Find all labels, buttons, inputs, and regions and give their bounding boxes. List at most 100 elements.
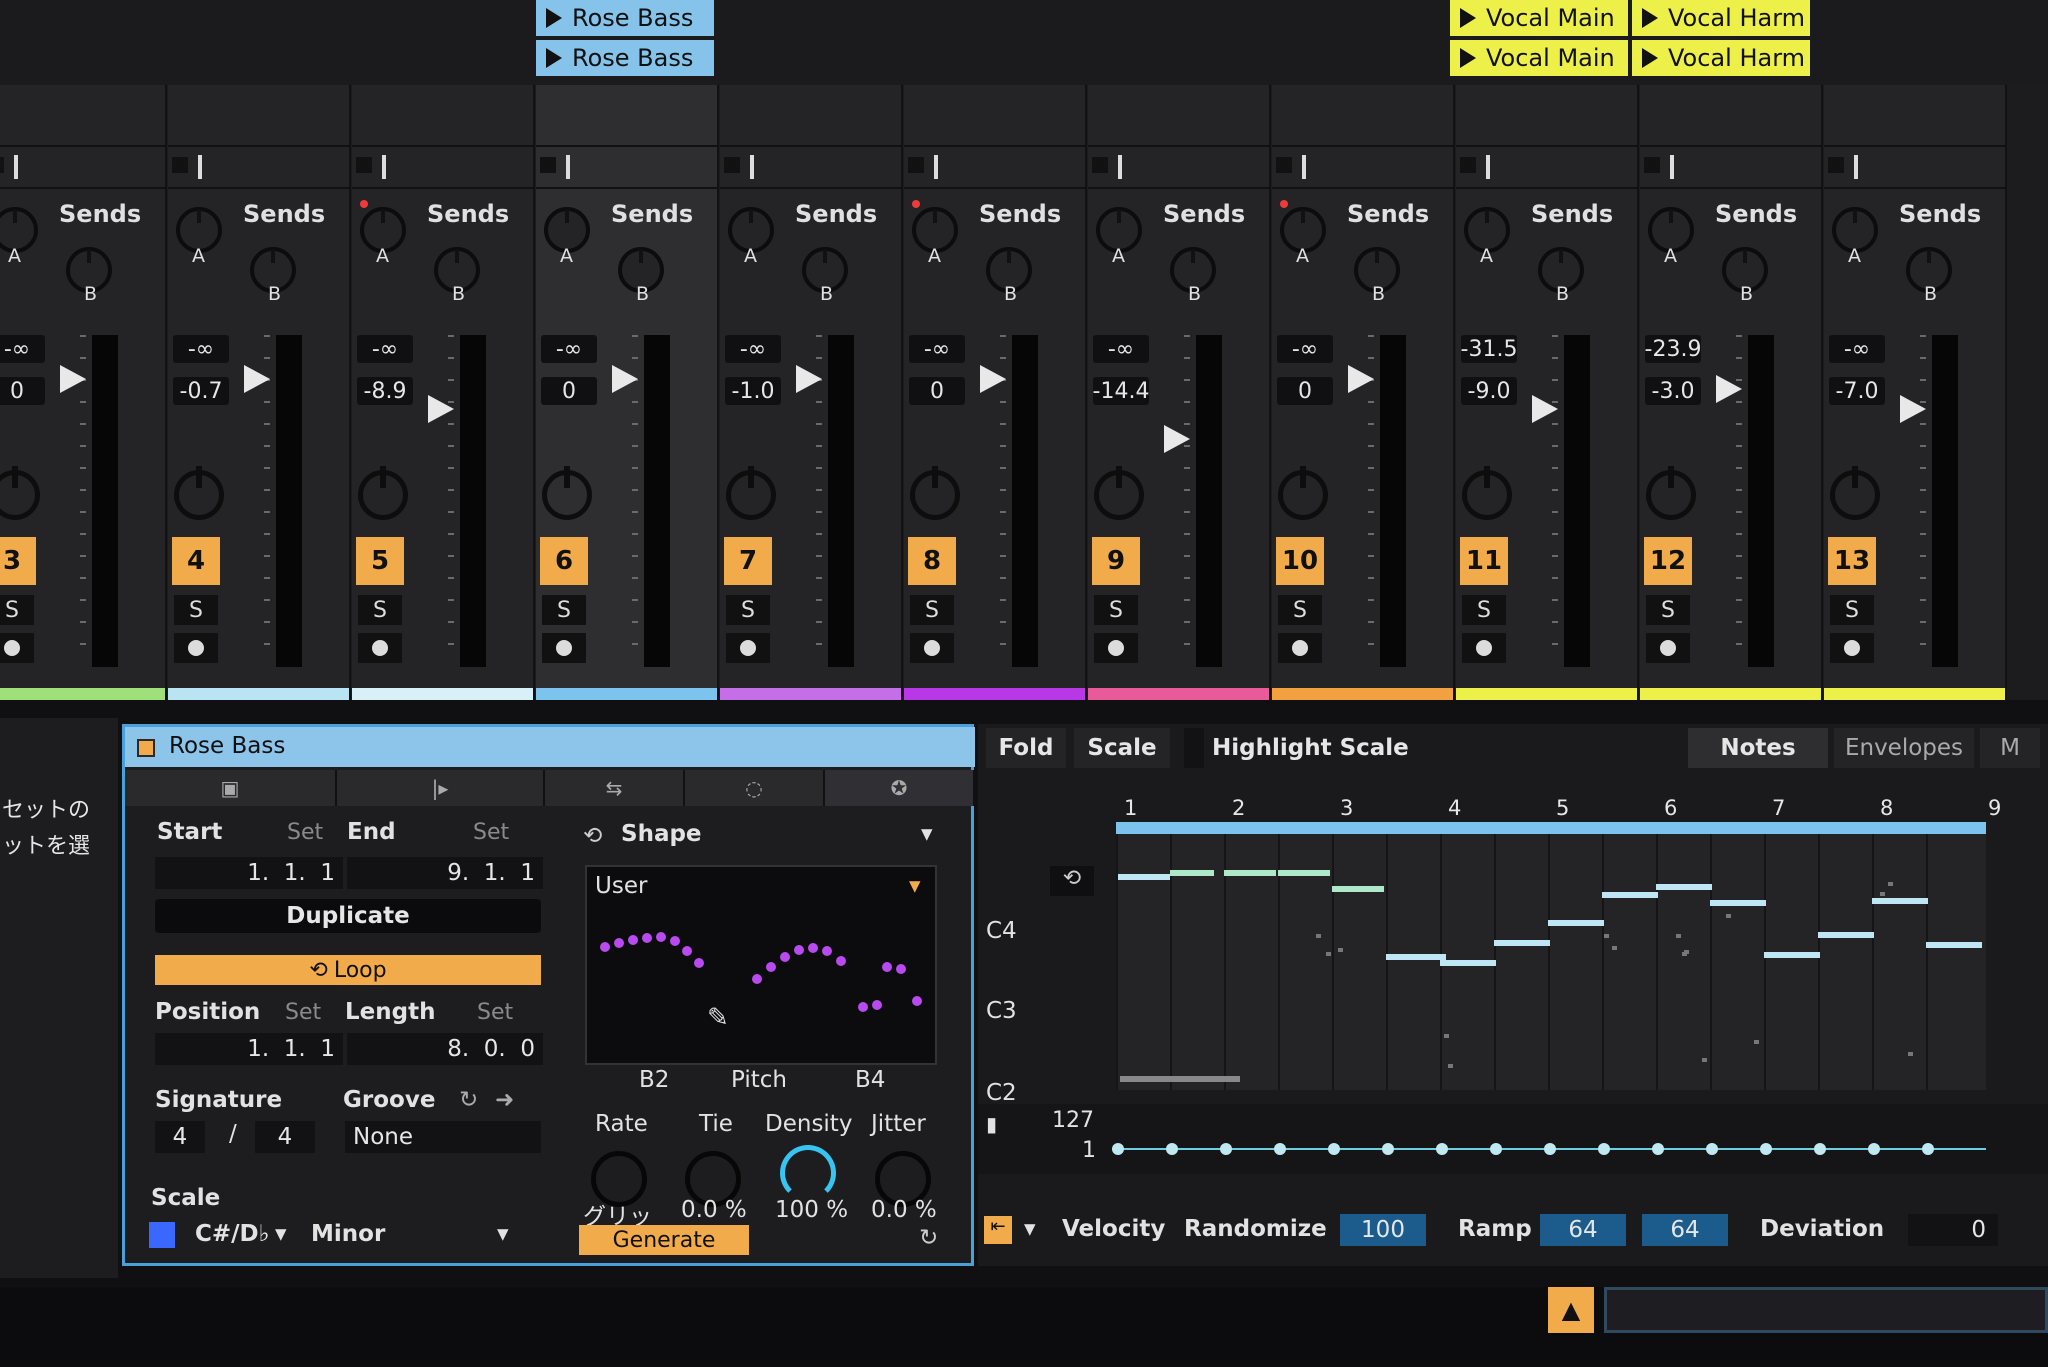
highlight-scale-label[interactable]: Highlight Scale — [1206, 728, 1426, 768]
signature-numerator[interactable]: 4 — [155, 1121, 205, 1153]
peak-meter-value[interactable]: -∞ — [725, 335, 781, 363]
velocity-point[interactable] — [1436, 1143, 1448, 1155]
velocity-point[interactable] — [1598, 1143, 1610, 1155]
track-activator[interactable]: 9 — [1092, 537, 1140, 585]
range-low[interactable]: B2 — [639, 1067, 669, 1093]
velocity-point[interactable] — [1814, 1143, 1826, 1155]
tab-pattern[interactable]: ✪ — [825, 770, 975, 806]
volume-value[interactable]: 0 — [1277, 377, 1333, 405]
arm-button[interactable] — [726, 633, 770, 663]
range-high[interactable]: B4 — [855, 1067, 885, 1093]
midi-note[interactable] — [1332, 886, 1384, 892]
ramp-label[interactable]: Ramp — [1458, 1216, 1532, 1242]
velocity-lane[interactable]: ▮ 127 1 — [978, 1104, 2048, 1174]
scale-mode-select[interactable]: Minor — [311, 1221, 385, 1247]
pan-knob[interactable] — [910, 466, 960, 520]
highlight-scale-toggle[interactable] — [1184, 728, 1204, 768]
solo-button[interactable]: S — [542, 595, 586, 625]
pan-knob[interactable] — [542, 466, 592, 520]
low-note[interactable] — [1120, 1076, 1240, 1082]
peak-meter-value[interactable]: -∞ — [1277, 335, 1333, 363]
midi-note[interactable] — [1170, 870, 1214, 876]
tab-notes[interactable]: Notes — [1688, 728, 1828, 768]
refresh-icon[interactable]: ⟲ — [583, 823, 602, 849]
loop-toggle-icon[interactable]: ⟲ — [1050, 866, 1094, 896]
arm-button[interactable] — [0, 633, 34, 663]
io-row[interactable] — [168, 145, 349, 189]
arm-button[interactable] — [542, 633, 586, 663]
bar-number[interactable]: 1 — [1124, 796, 1137, 820]
io-row[interactable] — [720, 145, 901, 189]
peak-meter-value[interactable]: -∞ — [1829, 335, 1885, 363]
volume-fader-handle[interactable] — [1164, 425, 1190, 453]
volume-value[interactable]: 0 — [541, 377, 597, 405]
volume-value[interactable]: -7.0 — [1829, 377, 1885, 405]
io-row[interactable] — [904, 145, 1085, 189]
auto-generate-icon[interactable]: ↻ — [919, 1225, 938, 1251]
pan-knob[interactable] — [358, 466, 408, 520]
velocity-point[interactable] — [1382, 1143, 1394, 1155]
clip-play-icon[interactable] — [1642, 48, 1658, 68]
clip-play-icon[interactable] — [1642, 8, 1658, 28]
io-slot[interactable] — [172, 157, 188, 173]
arm-button[interactable] — [1094, 633, 1138, 663]
scale-button[interactable]: Scale — [1074, 728, 1170, 768]
velocity-point[interactable] — [1868, 1143, 1880, 1155]
track-activator[interactable]: 8 — [908, 537, 956, 585]
duplicate-button[interactable]: Duplicate — [155, 899, 541, 933]
solo-button[interactable]: S — [726, 595, 770, 625]
deviation-value[interactable]: 0 — [1908, 1214, 1998, 1246]
tab-clip[interactable]: ▣ — [125, 770, 337, 806]
peak-meter-value[interactable]: -∞ — [357, 335, 413, 363]
clip-vocal-main-1[interactable]: Vocal Main — [1450, 0, 1628, 36]
solo-button[interactable]: S — [1278, 595, 1322, 625]
lane-expand-icon[interactable]: ⇤ — [984, 1216, 1012, 1244]
jitter-value[interactable]: 0.0 % — [871, 1197, 937, 1223]
midi-note[interactable] — [1602, 892, 1658, 898]
velocity-point[interactable] — [1274, 1143, 1286, 1155]
midi-note[interactable] — [1818, 932, 1874, 938]
signature-denominator[interactable]: 4 — [255, 1121, 315, 1153]
volume-value[interactable]: -9.0 — [1461, 377, 1517, 405]
fold-button[interactable]: Fold — [986, 728, 1066, 768]
io-slot[interactable] — [0, 157, 4, 173]
tab-envelopes[interactable]: Envelopes — [1834, 728, 1974, 768]
volume-fader-handle[interactable] — [796, 365, 822, 393]
arm-button[interactable] — [1278, 633, 1322, 663]
position-field[interactable]: 1. 1. 1 — [155, 1033, 343, 1065]
midi-note[interactable] — [1494, 940, 1550, 946]
chevron-down-icon[interactable]: ▾ — [909, 873, 921, 899]
arm-button[interactable] — [358, 633, 402, 663]
tab-more[interactable]: M — [1980, 728, 2040, 768]
volume-fader-handle[interactable] — [1716, 375, 1742, 403]
randomize-amount[interactable]: 100 — [1340, 1214, 1426, 1246]
track-activator[interactable]: 3 — [0, 537, 36, 585]
io-slot[interactable] — [1644, 157, 1660, 173]
clip-rose-bass-1[interactable]: Rose Bass — [536, 0, 714, 36]
chevron-down-icon[interactable]: ▾ — [921, 821, 933, 847]
volume-value[interactable]: -14.4 — [1093, 377, 1149, 405]
bar-number[interactable]: 9 — [1988, 796, 2001, 820]
midi-note[interactable] — [1872, 898, 1928, 904]
track-activator[interactable]: 6 — [540, 537, 588, 585]
tab-launch[interactable]: |▸ — [337, 770, 545, 806]
track-activator[interactable]: 7 — [724, 537, 772, 585]
clip-color-swatch[interactable] — [137, 739, 155, 757]
volume-fader-handle[interactable] — [1532, 395, 1558, 423]
volume-fader-handle[interactable] — [244, 365, 270, 393]
solo-button[interactable]: S — [1830, 595, 1874, 625]
solo-button[interactable]: S — [1462, 595, 1506, 625]
velocity-point[interactable] — [1328, 1143, 1340, 1155]
velocity-point[interactable] — [1706, 1143, 1718, 1155]
midi-note[interactable] — [1224, 870, 1276, 876]
peak-meter-value[interactable]: -∞ — [0, 335, 45, 363]
ramp-start[interactable]: 64 — [1540, 1214, 1626, 1246]
clip-play-icon[interactable] — [546, 48, 562, 68]
solo-button[interactable]: S — [1646, 595, 1690, 625]
pan-knob[interactable] — [1278, 466, 1328, 520]
io-slot[interactable] — [1276, 157, 1292, 173]
tab-generate[interactable]: ◌ — [685, 770, 825, 806]
clip-rose-bass-2[interactable]: Rose Bass — [536, 40, 714, 76]
io-row[interactable] — [536, 145, 717, 189]
position-set-button[interactable]: Set — [285, 1000, 321, 1025]
